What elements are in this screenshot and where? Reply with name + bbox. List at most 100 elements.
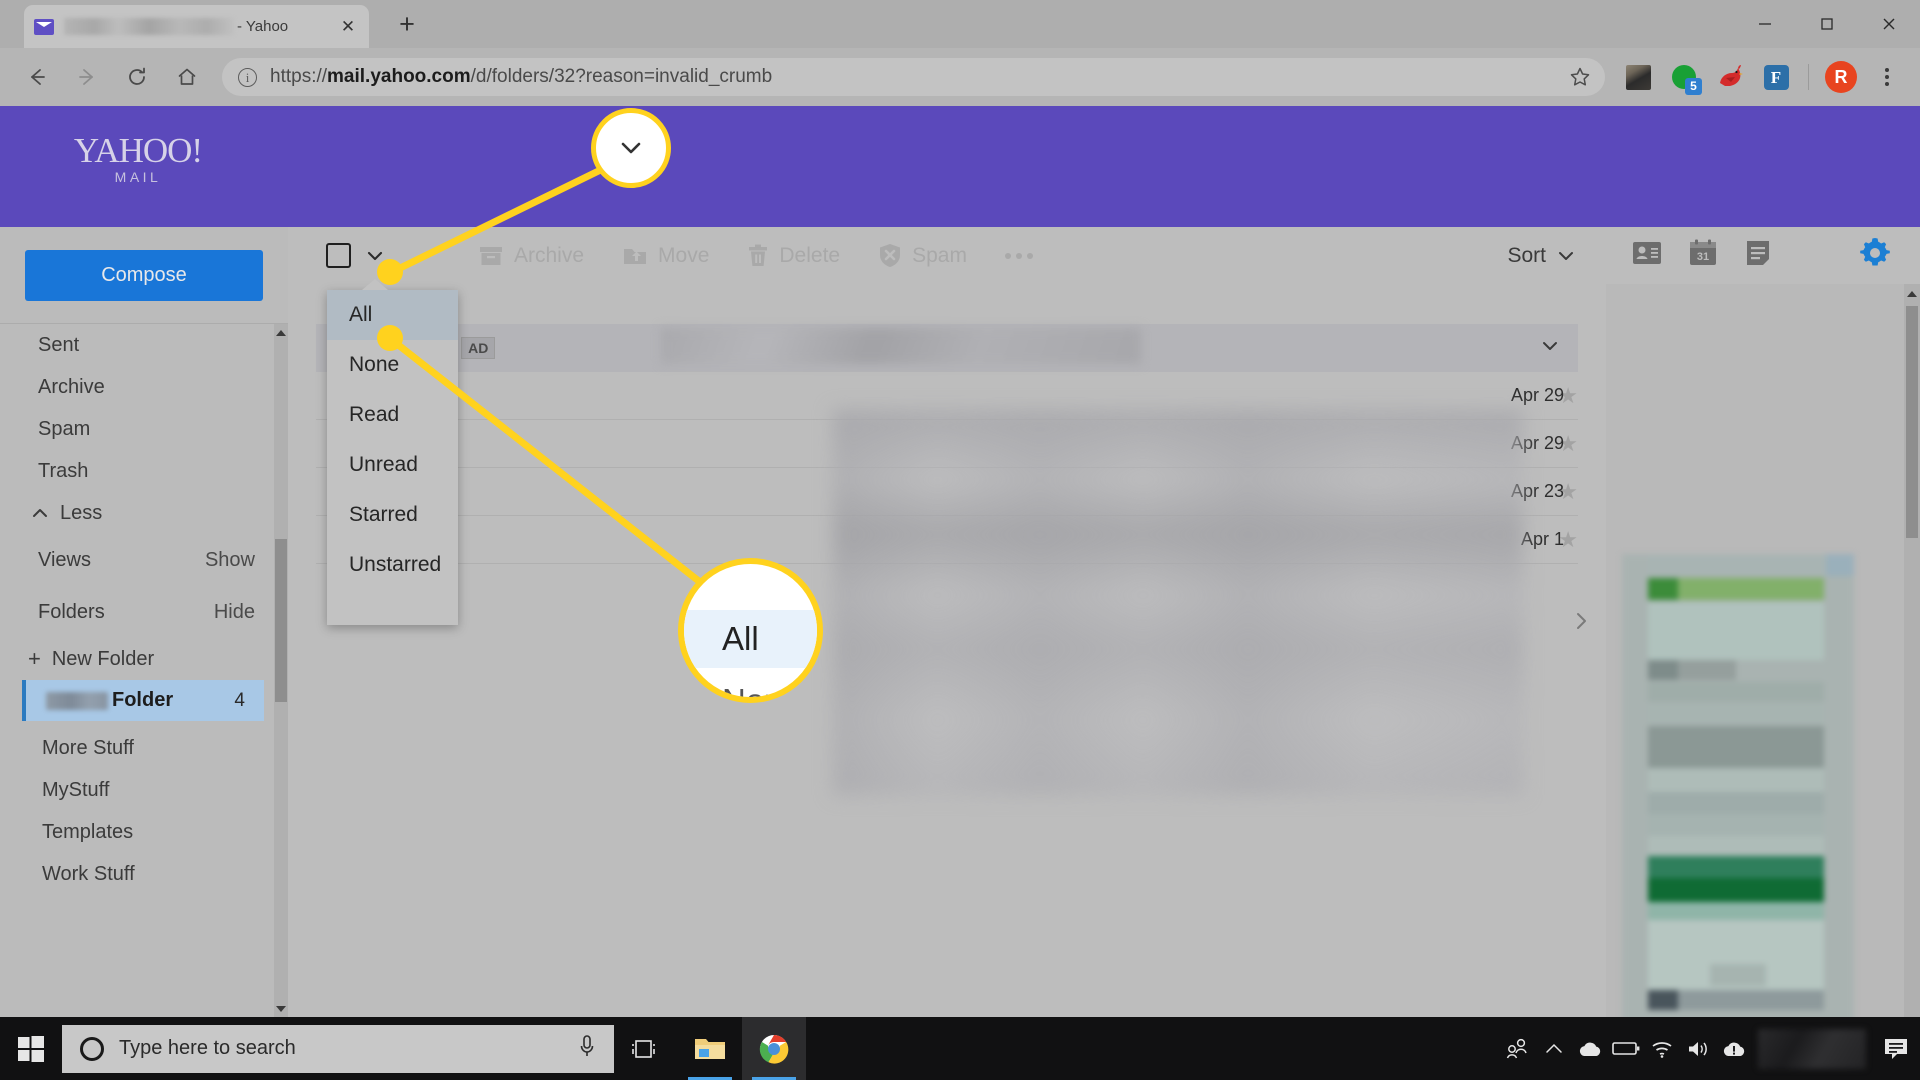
sponsored-ad-row[interactable]: on.com AD [316, 324, 1578, 372]
sidebar-scroll-up-icon[interactable] [274, 324, 288, 342]
volume-icon[interactable] [1680, 1017, 1716, 1080]
folders-hide-toggle[interactable]: Hide [214, 601, 255, 624]
taskbar-search-box[interactable]: Type here to search [62, 1024, 614, 1073]
wifi-icon[interactable] [1644, 1017, 1680, 1080]
contacts-icon[interactable] [1632, 240, 1662, 271]
compose-button[interactable]: Compose [25, 250, 263, 301]
ad-scroll-up-icon[interactable] [1904, 284, 1920, 304]
sidebar-folder-selected[interactable]: Folder 4 [22, 680, 264, 721]
url-protocol: https:// [270, 66, 328, 87]
maximize-window-button[interactable] [1796, 0, 1858, 48]
select-dropdown-chevron-down-icon[interactable] [358, 239, 392, 273]
dropdown-item-unstarred[interactable]: Unstarred [327, 540, 458, 590]
sidebar-item-spam[interactable]: Spam [0, 408, 288, 450]
people-icon[interactable] [1500, 1017, 1536, 1080]
ad-expand-chevron-down-icon[interactable] [1538, 334, 1562, 363]
delete-button[interactable]: Delete [747, 244, 840, 268]
windows-taskbar: Type here to search [0, 1017, 1920, 1080]
bookmark-star-icon[interactable] [1569, 66, 1591, 88]
archive-button[interactable]: Archive [478, 244, 584, 268]
close-tab-icon[interactable]: ✕ [339, 18, 357, 36]
plus-icon: + [28, 646, 41, 671]
sidebar-item-archive[interactable]: Archive [0, 366, 288, 408]
onedrive-cloud-icon[interactable] [1572, 1017, 1608, 1080]
views-label: Views [38, 548, 91, 571]
chrome-menu-button[interactable] [1867, 57, 1907, 97]
sidebar-folder-more-stuff[interactable]: More Stuff [0, 727, 288, 769]
sidebar-section-folders: Folders Hide [0, 586, 288, 638]
spam-button[interactable]: Spam [878, 243, 967, 268]
microphone-icon[interactable] [576, 1034, 598, 1063]
green-circle-extension-icon[interactable]: 5 [1664, 57, 1704, 97]
file-explorer-icon[interactable] [678, 1017, 742, 1080]
foursquare-extension-icon[interactable]: F [1756, 57, 1796, 97]
delete-label: Delete [779, 243, 841, 267]
new-folder-label: New Folder [51, 647, 155, 670]
compose-area: Compose [0, 227, 288, 323]
yahoo-wordmark: YAHOO! [73, 131, 203, 170]
cardinal-bird-extension-icon[interactable] [1710, 57, 1750, 97]
address-bar[interactable]: i https://mail.yahoo.com/d/folders/32?re… [222, 58, 1605, 96]
task-view-icon[interactable] [614, 1017, 678, 1080]
settings-gear-icon[interactable] [1858, 236, 1892, 275]
window-controls [1734, 0, 1920, 48]
profile-avatar-button[interactable]: R [1821, 57, 1861, 97]
ad-scrollbar-thumb[interactable] [1906, 306, 1918, 538]
back-button[interactable] [16, 56, 58, 98]
ad-panel-scrollbar[interactable] [1904, 284, 1920, 1017]
table-row[interactable]: eam ★ Apr 29 [316, 420, 1578, 468]
site-info-icon[interactable]: i [238, 67, 257, 87]
notifications-icon[interactable] [1872, 1017, 1920, 1080]
reload-button[interactable] [116, 56, 158, 98]
photo-extension-icon[interactable] [1618, 57, 1658, 97]
sidebar-scroll-down-icon[interactable] [274, 1000, 288, 1018]
browser-tab[interactable]: - Yahoo ✕ [24, 5, 369, 48]
dropdown-item-starred[interactable]: Starred [327, 490, 458, 540]
yahoo-mail-logo[interactable]: YAHOO! MAIL [73, 131, 203, 185]
battery-icon[interactable] [1608, 1017, 1644, 1080]
sort-button[interactable]: Sort [1507, 244, 1576, 268]
sidebar-folder-mystuff[interactable]: MyStuff [0, 769, 288, 811]
dropdown-item-none[interactable]: None [327, 340, 458, 390]
views-show-toggle[interactable]: Show [205, 549, 255, 572]
table-row[interactable]: in ★ Apr 23 [316, 468, 1578, 516]
yahoo-mail-favicon [34, 18, 54, 35]
show-hidden-icons-chevron-up-icon[interactable] [1536, 1017, 1572, 1080]
forward-button[interactable] [66, 56, 108, 98]
sidebar-item-sent[interactable]: Sent [0, 324, 288, 366]
move-button[interactable]: Move [622, 244, 709, 268]
sidebar-scrollbar-thumb[interactable] [275, 539, 287, 702]
sidebar-folder-work-stuff[interactable]: Work Stuff [0, 853, 288, 895]
url-text: https://mail.yahoo.com/d/folders/32?reas… [270, 66, 772, 88]
cloud-warning-icon[interactable] [1716, 1017, 1752, 1080]
sidebar-collapse-toggle[interactable]: Less [0, 492, 288, 534]
select-all-checkbox[interactable] [326, 243, 351, 268]
dropdown-item-read[interactable]: Read [327, 390, 458, 440]
sidebar-scrollbar[interactable] [274, 324, 288, 1018]
start-button[interactable] [0, 1017, 62, 1080]
sidebar-item-trash[interactable]: Trash [0, 450, 288, 492]
minimize-window-button[interactable] [1734, 0, 1796, 48]
clock-redacted[interactable] [1758, 1028, 1866, 1069]
home-button[interactable] [166, 56, 208, 98]
next-page-chevron-right-icon[interactable] [1564, 604, 1598, 638]
dropdown-item-unread[interactable]: Unread [327, 440, 458, 490]
notepad-icon[interactable] [1744, 239, 1772, 272]
folder-unread-count: 4 [234, 689, 245, 711]
message-rows: e Peck ★ Apr 29 eam ★ Apr 29 in ★ Apr 23… [288, 372, 1606, 795]
advertisement-panel[interactable] [1606, 284, 1920, 1080]
calendar-icon[interactable]: 31 [1688, 239, 1718, 272]
toolbar-actions: Archive Move Delete Spam [478, 243, 1033, 268]
table-row[interactable]: o ★ Apr 1 [316, 516, 1578, 564]
sidebar: Compose Sent Archive Spam Trash Less Vie… [0, 227, 288, 1018]
new-tab-button[interactable]: + [392, 10, 422, 40]
dropdown-item-all[interactable]: All [327, 290, 458, 340]
magnified-selected-item: All [684, 610, 817, 668]
close-window-button[interactable] [1858, 0, 1920, 48]
sidebar-folder-templates[interactable]: Templates [0, 811, 288, 853]
chrome-icon[interactable] [742, 1017, 806, 1080]
more-actions-button[interactable] [1004, 252, 1033, 259]
ad-image-redacted [1622, 554, 1882, 1080]
new-folder-button[interactable]: + New Folder [0, 638, 288, 680]
table-row[interactable]: e Peck ★ Apr 29 [316, 372, 1578, 420]
